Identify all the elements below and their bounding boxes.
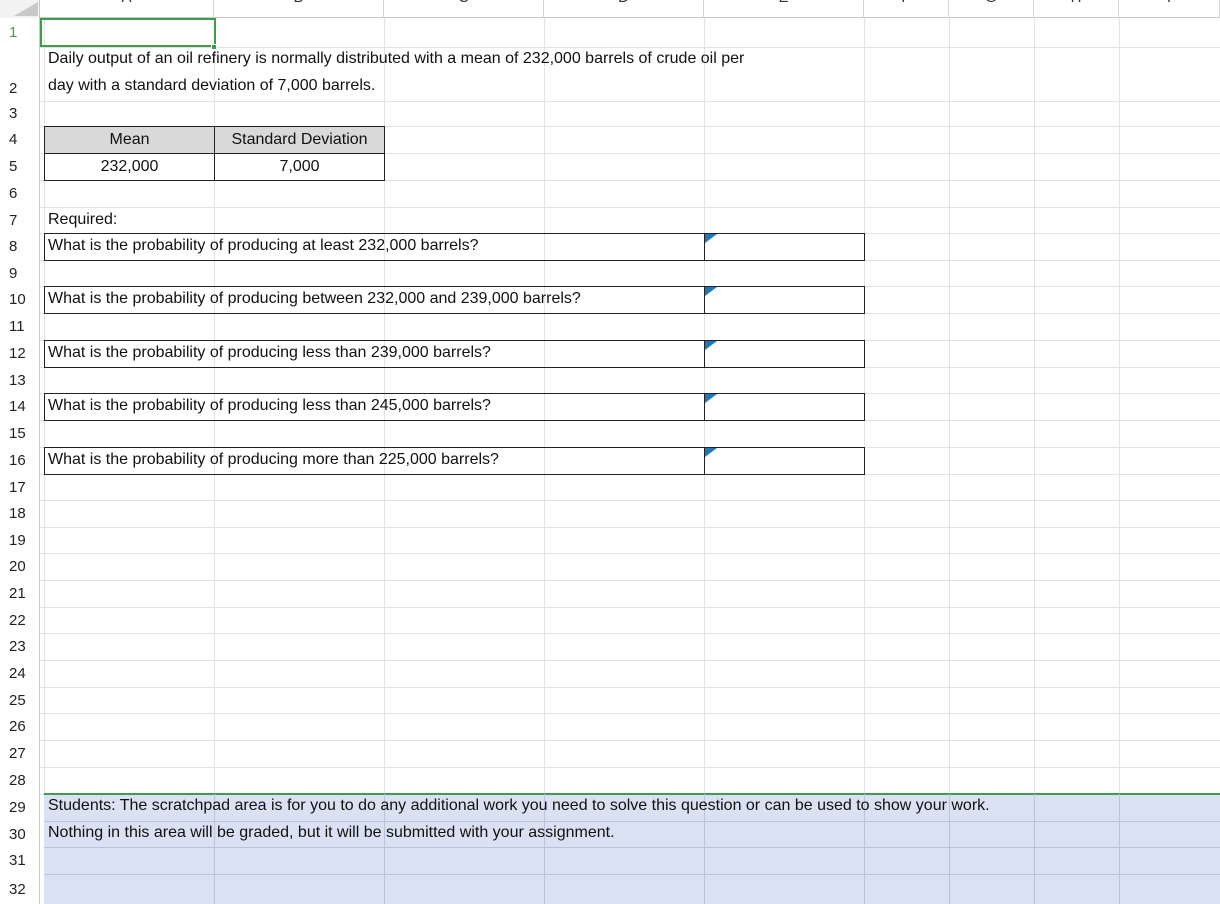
row-header-14[interactable]: 14 — [0, 393, 40, 420]
comment-marker-icon — [705, 287, 717, 296]
scratchpad-gridline — [1034, 794, 1035, 904]
row-header-24[interactable]: 24 — [0, 660, 40, 687]
mean-value: 232,000 — [100, 158, 159, 175]
row-header-7[interactable]: 7 — [0, 207, 40, 233]
column-header-h[interactable]: H — [1034, 0, 1119, 18]
answer-cell-5[interactable] — [704, 447, 865, 475]
mean-header-cell[interactable]: Mean — [44, 126, 215, 154]
column-header-i[interactable]: I — [1119, 0, 1220, 18]
row-header-19[interactable]: 19 — [0, 527, 40, 553]
row-gridline — [40, 660, 1220, 661]
row-header-11[interactable]: 11 — [0, 313, 40, 340]
row-header-20[interactable]: 20 — [0, 553, 40, 580]
answer-cell-4[interactable] — [704, 393, 865, 421]
column-header-label: G — [949, 0, 1033, 5]
row-header-10[interactable]: 10 — [0, 286, 40, 313]
intro-line-2: day with a standard deviation of 7,000 b… — [48, 77, 376, 94]
mean-value-cell[interactable]: 232,000 — [44, 153, 215, 181]
row-header-1[interactable]: 1 — [0, 18, 40, 47]
column-header-label: H — [1034, 0, 1118, 5]
row-header-21[interactable]: 21 — [0, 580, 40, 607]
mean-header: Mean — [109, 131, 150, 148]
row-header-17[interactable]: 17 — [0, 474, 40, 500]
answer-cell-1[interactable] — [704, 233, 865, 261]
selected-cell-a1[interactable] — [40, 18, 216, 47]
sd-value-cell[interactable]: 7,000 — [214, 153, 385, 181]
scratchpad-line-1: Students: The scratchpad area is for you… — [48, 797, 990, 814]
answer-cell-2[interactable] — [704, 286, 865, 314]
intro-line-1: Daily output of an oil refinery is norma… — [48, 50, 745, 67]
row-header-4[interactable]: 4 — [0, 126, 40, 153]
column-gridline — [949, 18, 950, 794]
row-header-23[interactable]: 23 — [0, 633, 40, 660]
column-header-label: F — [864, 0, 948, 5]
row-gridline — [40, 580, 1220, 581]
row-header-25[interactable]: 25 — [0, 687, 40, 713]
scratchpad-gridline — [44, 821, 1220, 822]
row-gridline — [40, 553, 1220, 554]
row-gridline — [40, 500, 1220, 501]
column-header-b[interactable]: B — [214, 0, 384, 18]
sd-header-cell[interactable]: Standard Deviation — [214, 126, 385, 154]
row-gridline — [40, 47, 1220, 48]
column-gridline — [1034, 18, 1035, 794]
row-header-28[interactable]: 28 — [0, 767, 40, 794]
scratchpad-gridline — [44, 847, 1220, 848]
row-header-16[interactable]: 16 — [0, 447, 40, 474]
comment-marker-icon — [705, 448, 717, 457]
sd-value: 7,000 — [279, 158, 320, 175]
row-header-3[interactable]: 3 — [0, 101, 40, 126]
row-gridline — [40, 607, 1220, 608]
column-header-label: B — [214, 0, 383, 5]
row-header-2[interactable]: 2 — [0, 47, 40, 101]
scratchpad-top-border — [44, 793, 1220, 795]
column-header-f[interactable]: F — [864, 0, 949, 18]
column-header-label: A — [40, 0, 213, 5]
column-header-d[interactable]: D — [544, 0, 704, 18]
column-header-label: C — [384, 0, 543, 5]
row-header-29[interactable]: 29 — [0, 794, 40, 821]
column-header-g[interactable]: G — [949, 0, 1034, 18]
answer-cell-3[interactable] — [704, 340, 865, 368]
column-header-c[interactable]: C — [384, 0, 544, 18]
row-header-30[interactable]: 30 — [0, 821, 40, 847]
row-header-31[interactable]: 31 — [0, 847, 40, 874]
comment-marker-icon — [705, 341, 717, 350]
required-label: Required: — [48, 211, 118, 228]
row-header-26[interactable]: 26 — [0, 713, 40, 740]
column-header-label: D — [544, 0, 703, 5]
column-header-e[interactable]: E — [704, 0, 864, 18]
row-header-32[interactable]: 32 — [0, 874, 40, 904]
scratchpad-gridline — [1119, 794, 1120, 904]
column-gridline — [1119, 18, 1120, 794]
row-gridline — [40, 713, 1220, 714]
comment-marker-icon — [705, 234, 717, 243]
row-header-27[interactable]: 27 — [0, 740, 40, 767]
row-header-9[interactable]: 9 — [0, 260, 40, 286]
row-gridline — [40, 687, 1220, 688]
select-all-triangle-icon — [14, 2, 38, 16]
row-header-13[interactable]: 13 — [0, 367, 40, 393]
row-gridline — [40, 527, 1220, 528]
row-header-15[interactable]: 15 — [0, 420, 40, 447]
column-header-label: I — [1119, 0, 1219, 5]
row-gridline — [40, 633, 1220, 634]
row-header-8[interactable]: 8 — [0, 233, 40, 260]
comment-marker-icon — [705, 394, 717, 403]
row-header-6[interactable]: 6 — [0, 180, 40, 207]
row-header-5[interactable]: 5 — [0, 153, 40, 180]
column-header-label: E — [704, 0, 863, 5]
row-gridline — [40, 101, 1220, 102]
row-header-22[interactable]: 22 — [0, 607, 40, 633]
scratchpad-line-2: Nothing in this area will be graded, but… — [48, 824, 615, 841]
row-header-18[interactable]: 18 — [0, 500, 40, 527]
row-gridline — [40, 767, 1220, 768]
column-header-a[interactable]: A — [40, 0, 214, 18]
scratchpad-gridline — [44, 874, 1220, 875]
row-gridline — [40, 740, 1220, 741]
row-header-12[interactable]: 12 — [0, 340, 40, 367]
sd-header: Standard Deviation — [231, 131, 368, 148]
row-gridline — [40, 207, 1220, 208]
